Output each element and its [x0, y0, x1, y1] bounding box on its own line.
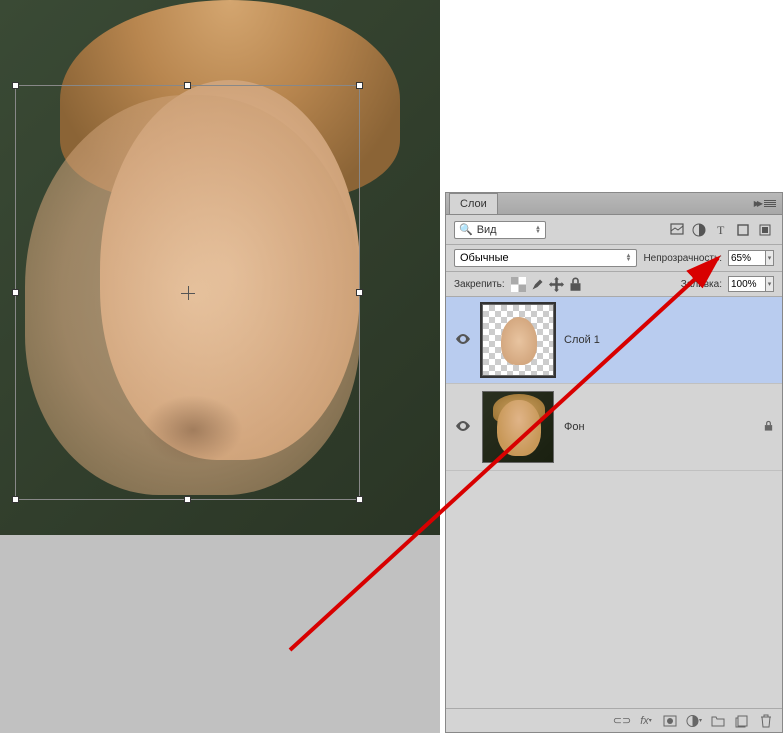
blend-mode-value: Обычные — [460, 252, 509, 264]
opacity-input[interactable]: 65% — [728, 250, 766, 266]
lock-options-row: Закрепить: Заливка: 100% ▾ — [446, 272, 782, 297]
layer-effects-icon[interactable]: fx▾ — [638, 713, 654, 729]
chevron-updown-icon: ▲▼ — [535, 226, 541, 234]
lock-transparency-icon[interactable] — [511, 277, 526, 292]
layer-name[interactable]: Слой 1 — [564, 334, 600, 346]
fill-label[interactable]: Заливка: — [681, 279, 722, 290]
chevron-updown-icon: ▲▼ — [625, 254, 631, 262]
canvas-area — [0, 0, 440, 733]
transform-handle-br[interactable] — [356, 496, 363, 503]
lock-icon — [763, 420, 774, 435]
transform-bounding-box[interactable] — [15, 85, 360, 500]
fill-stepper[interactable]: ▾ — [766, 276, 774, 292]
add-mask-icon[interactable] — [662, 713, 678, 729]
transform-handle-tl[interactable] — [12, 82, 19, 89]
layer-filter-toolbar: 🔍 Вид ▲▼ T — [446, 215, 782, 245]
transform-center-icon[interactable] — [181, 286, 195, 300]
panel-menu-icon[interactable] — [764, 199, 776, 208]
transform-handle-bm[interactable] — [184, 496, 191, 503]
panel-tab-bar: Слои ▶▶ — [446, 193, 782, 215]
layer-row[interactable]: Слой 1 — [446, 297, 782, 384]
filter-type-label: Вид — [477, 224, 497, 236]
transform-handle-tr[interactable] — [356, 82, 363, 89]
opacity-label[interactable]: Непрозрачность: — [643, 253, 722, 264]
lock-all-icon[interactable] — [568, 277, 583, 292]
filter-type-select[interactable]: 🔍 Вид ▲▼ — [454, 221, 546, 239]
filter-shape-icon[interactable] — [734, 221, 752, 239]
lock-move-icon[interactable] — [549, 277, 564, 292]
layer-thumbnail[interactable] — [482, 391, 554, 463]
transform-handle-mr[interactable] — [356, 289, 363, 296]
blend-options-row: Обычные ▲▼ Непрозрачность: 65% ▾ — [446, 245, 782, 272]
svg-text:T: T — [717, 223, 725, 237]
eye-icon[interactable] — [456, 421, 470, 434]
link-layers-icon[interactable]: ⊂⊃ — [614, 713, 630, 729]
eye-icon[interactable] — [456, 334, 470, 347]
transform-handle-tm[interactable] — [184, 82, 191, 89]
layers-panel: Слои ▶▶ 🔍 Вид ▲▼ T Обычные ▲▼ Непрозрачн… — [445, 192, 783, 733]
layer-name[interactable]: Фон — [564, 421, 585, 433]
transform-handle-ml[interactable] — [12, 289, 19, 296]
search-icon: 🔍 — [459, 223, 473, 236]
filter-smartobject-icon[interactable] — [756, 221, 774, 239]
filter-adjustment-icon[interactable] — [690, 221, 708, 239]
lock-label: Закрепить: — [454, 279, 505, 290]
layers-panel-footer: ⊂⊃ fx▾ ▾ — [446, 708, 782, 732]
blend-mode-select[interactable]: Обычные ▲▼ — [454, 249, 637, 267]
lock-brush-icon[interactable] — [530, 277, 545, 292]
opacity-stepper[interactable]: ▾ — [766, 250, 774, 266]
layers-list: Слой 1 Фон — [446, 297, 782, 708]
new-adjustment-icon[interactable]: ▾ — [686, 713, 702, 729]
layer-thumbnail[interactable] — [482, 304, 554, 376]
fill-input[interactable]: 100% — [728, 276, 766, 292]
new-layer-icon[interactable] — [734, 713, 750, 729]
delete-layer-icon[interactable] — [758, 713, 774, 729]
new-group-icon[interactable] — [710, 713, 726, 729]
tab-layers[interactable]: Слои — [449, 193, 498, 214]
filter-pixel-icon[interactable] — [668, 221, 686, 239]
layer-row[interactable]: Фон — [446, 384, 782, 471]
filter-type-icon[interactable]: T — [712, 221, 730, 239]
transform-handle-bl[interactable] — [12, 496, 19, 503]
canvas-image[interactable] — [0, 0, 440, 535]
panel-collapse-icon[interactable]: ▶▶ — [754, 199, 760, 208]
